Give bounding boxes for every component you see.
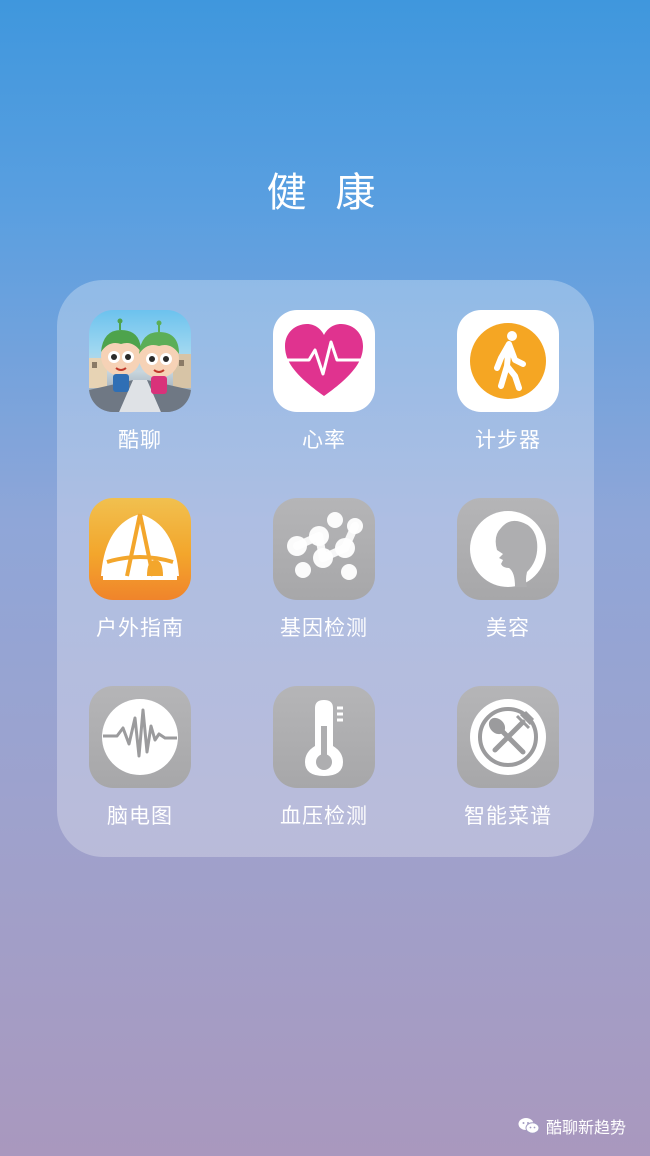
app-heart-rate[interactable]: 心率 bbox=[254, 310, 394, 480]
app-folder: 酷聊 心率 计步器 户外指南 基因检测 美容 脑电图 血压检测 智能菜谱 bbox=[57, 280, 594, 857]
brainwave-icon bbox=[89, 686, 191, 788]
walking-person-icon bbox=[457, 310, 559, 412]
app-label: 心率 bbox=[302, 428, 346, 452]
app-kuliao[interactable]: 酷聊 bbox=[70, 310, 210, 480]
app-label: 智能菜谱 bbox=[464, 804, 552, 828]
app-blood-pressure[interactable]: 血压检测 bbox=[254, 686, 394, 856]
app-label: 脑电图 bbox=[107, 804, 173, 828]
tent-icon bbox=[89, 498, 191, 600]
app-pedometer[interactable]: 计步器 bbox=[438, 310, 578, 480]
thermometer-icon bbox=[273, 686, 375, 788]
watermark-text: 酷聊新趋势 bbox=[545, 1118, 626, 1137]
folder-title: 健 康 bbox=[266, 170, 384, 216]
heart-rate-icon bbox=[273, 310, 375, 412]
molecule-icon bbox=[273, 498, 375, 600]
app-label: 血压检测 bbox=[280, 804, 368, 828]
app-label: 计步器 bbox=[475, 428, 541, 452]
app-eeg[interactable]: 脑电图 bbox=[70, 686, 210, 856]
spoon-fork-icon bbox=[457, 686, 559, 788]
app-gene-test[interactable]: 基因检测 bbox=[254, 498, 394, 668]
face-profile-icon bbox=[457, 498, 559, 600]
app-label: 美容 bbox=[486, 616, 530, 640]
cartoon-kids-icon bbox=[89, 310, 191, 412]
watermark: 酷聊新趋势 bbox=[518, 1114, 626, 1138]
wechat-icon bbox=[518, 1118, 540, 1134]
app-label: 基因检测 bbox=[280, 616, 368, 640]
app-smart-recipe[interactable]: 智能菜谱 bbox=[438, 686, 578, 856]
app-beauty[interactable]: 美容 bbox=[438, 498, 578, 668]
app-outdoor-guide[interactable]: 户外指南 bbox=[70, 498, 210, 668]
app-label: 户外指南 bbox=[96, 616, 184, 640]
app-label: 酷聊 bbox=[118, 428, 162, 452]
